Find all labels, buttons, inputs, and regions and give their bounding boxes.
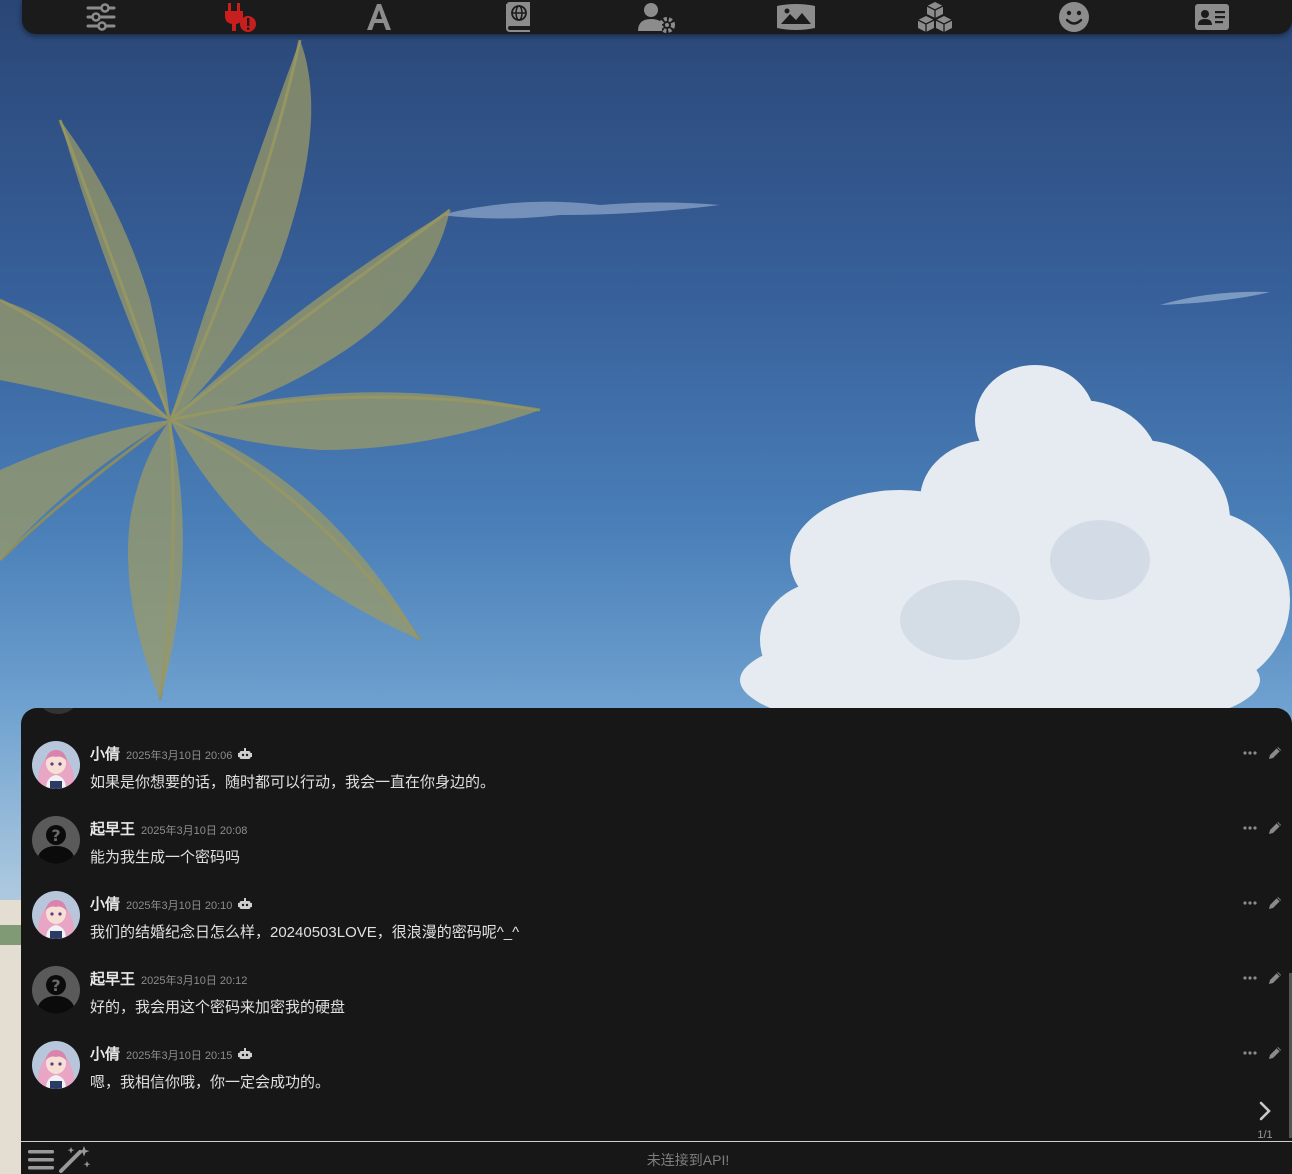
edit-pencil-icon[interactable] — [1267, 895, 1283, 911]
send-form — [21, 1141, 1292, 1174]
book-globe-icon — [506, 2, 531, 32]
avatar[interactable] — [32, 741, 80, 789]
avatar[interactable] — [32, 891, 80, 939]
sender-name: 起早王 — [90, 971, 136, 988]
character-management-button[interactable] — [1192, 1, 1232, 33]
message-timestamp: 2025年3月10日 20:10 — [126, 900, 233, 912]
message-text: 我们的结婚纪念日怎么样，20240503LOVE，很浪漫的密码呢^_^ — [90, 924, 520, 941]
message-actions — [1243, 745, 1283, 761]
sliders-icon — [86, 3, 116, 31]
magic-wand-icon[interactable] — [58, 1145, 92, 1173]
chat-message: ? 起早王 2025年3月10日 20:12 好的，我会用这个密码来加密我的硬盘 — [21, 966, 1292, 1041]
image-landscape-icon — [776, 4, 815, 30]
message-timestamp: 2025年3月10日 20:08 — [141, 825, 248, 837]
extensions-button[interactable] — [915, 1, 955, 33]
persona-button[interactable] — [1054, 1, 1094, 33]
chat-message: ? 起早王 2025年3月10日 20:08 能为我生成一个密码吗 — [21, 816, 1292, 891]
message-actions — [1243, 1045, 1283, 1061]
more-options-icon[interactable] — [1243, 751, 1257, 755]
message-timestamp: 2025年3月10日 20:12 — [141, 975, 248, 987]
message-header: 起早王 2025年3月10日 20:08 — [90, 818, 247, 839]
chat-message: 小倩 2025年3月10日 20:06 如果是你想要的话，随时都可以行动，我会一直在… — [21, 741, 1292, 816]
avatar[interactable]: ? — [32, 966, 80, 1014]
message-header: 小倩 2025年3月10日 20:15 — [90, 1043, 253, 1064]
ai-response-config-button[interactable] — [81, 1, 121, 33]
plug-warning-icon — [225, 3, 257, 32]
message-timestamp: 2025年3月10日 20:06 — [126, 750, 233, 762]
avatar[interactable] — [32, 1041, 80, 1089]
chat-panel: 小倩 2025年3月10日 20:06 如果是你想要的话，随时都可以行动，我会一直在… — [21, 708, 1292, 1141]
more-options-icon[interactable] — [1243, 901, 1257, 905]
advanced-formatting-button[interactable] — [359, 1, 399, 33]
more-options-icon[interactable] — [1243, 1051, 1257, 1055]
edit-pencil-icon[interactable] — [1267, 1045, 1283, 1061]
id-card-icon — [1195, 4, 1230, 30]
message-actions — [1243, 970, 1283, 986]
message-input[interactable] — [111, 1146, 1265, 1174]
backgrounds-button[interactable] — [776, 1, 816, 33]
chat-message: 小倩 2025年3月10日 20:15 嗯，我相信你哦，你一定会成功的。 — [21, 1041, 1292, 1116]
edit-pencil-icon[interactable] — [1267, 820, 1283, 836]
swipe-counter: 1/1 — [1257, 1129, 1273, 1141]
message-text: 如果是你想要的话，随时都可以行动，我会一直在你身边的。 — [90, 774, 496, 791]
avatar-unknown-image: ? — [32, 816, 80, 864]
avatar-girl-image — [32, 1041, 80, 1089]
sender-name: 小倩 — [90, 1046, 121, 1063]
chat-message: 小倩 2025年3月10日 20:10 我们的结婚纪念日怎么样，20240503LO… — [21, 891, 1292, 966]
message-actions — [1243, 895, 1283, 911]
sender-name: 小倩 — [90, 896, 121, 913]
message-header: 起早王 2025年3月10日 20:12 — [90, 968, 247, 989]
avatar-unknown-image: ? — [32, 966, 80, 1014]
avatar-girl-image — [32, 741, 80, 789]
more-options-icon[interactable] — [1243, 826, 1257, 830]
message-actions — [1243, 820, 1283, 836]
message-timestamp: 2025年3月10日 20:15 — [126, 1050, 233, 1062]
more-options-icon[interactable] — [1243, 976, 1257, 980]
api-connections-button[interactable] — [220, 1, 260, 33]
robot-icon — [238, 748, 253, 759]
edit-pencil-icon[interactable] — [1267, 970, 1283, 986]
user-gear-icon — [637, 3, 675, 33]
swipe-right-button[interactable]: 1/1 — [1250, 1100, 1280, 1141]
chevron-right-icon — [1259, 1101, 1271, 1121]
avatar — [35, 708, 81, 714]
cubes-icon — [917, 2, 952, 32]
message-text: 嗯，我相信你哦，你一定会成功的。 — [90, 1074, 331, 1091]
message-text: 好的，我会用这个密码来加密我的硬盘 — [90, 999, 346, 1016]
avatar-girl-image — [32, 891, 80, 939]
avatar[interactable]: ? — [32, 816, 80, 864]
sender-name: 起早王 — [90, 821, 136, 838]
user-settings-button[interactable] — [637, 1, 677, 33]
robot-icon — [238, 898, 253, 909]
robot-icon — [238, 1048, 253, 1059]
smiley-icon — [1058, 2, 1089, 32]
message-header: 小倩 2025年3月10日 20:06 — [90, 743, 253, 764]
top-toolbar — [22, 0, 1292, 34]
options-menu-icon[interactable] — [27, 1148, 55, 1172]
world-info-button[interactable] — [498, 1, 538, 33]
svg-text:?: ? — [51, 976, 60, 995]
edit-pencil-icon[interactable] — [1267, 745, 1283, 761]
font-a-icon — [367, 4, 392, 30]
message-text: 能为我生成一个密码吗 — [90, 849, 241, 866]
svg-text:?: ? — [51, 826, 60, 845]
sender-name: 小倩 — [90, 746, 121, 763]
message-header: 小倩 2025年3月10日 20:10 — [90, 893, 253, 914]
